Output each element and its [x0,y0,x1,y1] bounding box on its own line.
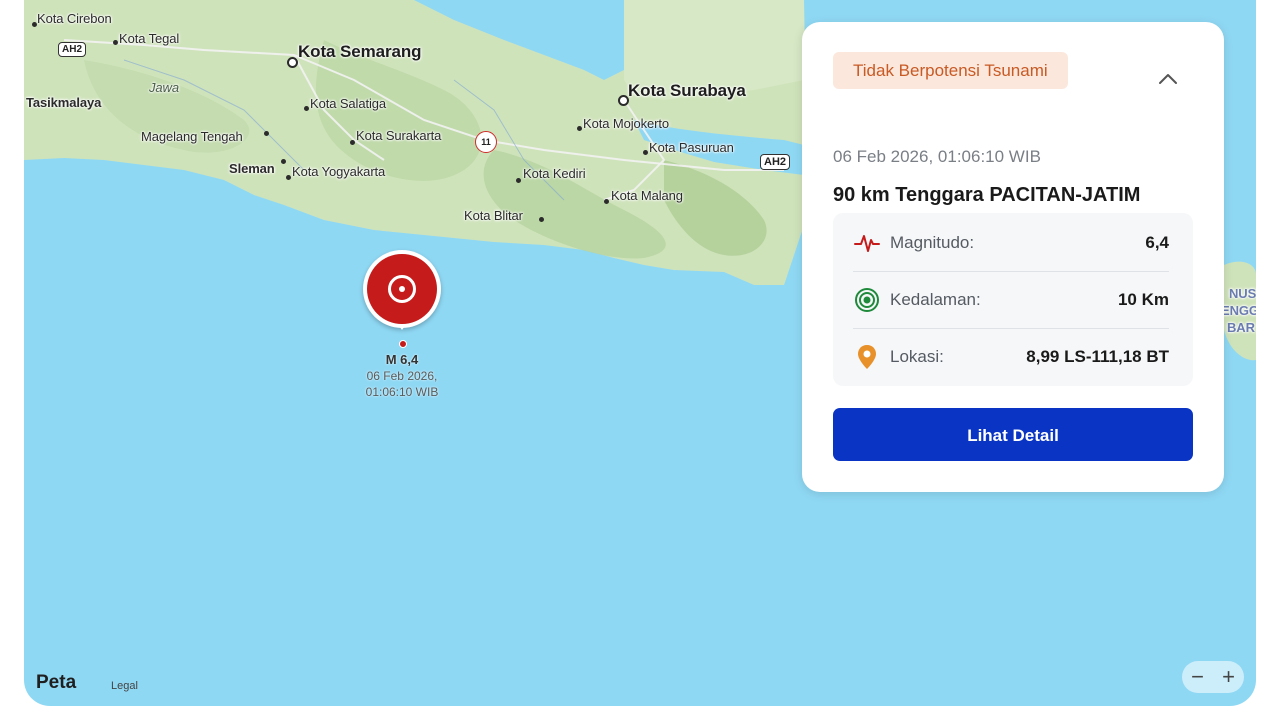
depth-value: 10 Km [1117,290,1169,309]
kota-semarang-label: Kota Semarang [298,42,422,61]
seismograph-icon [853,229,881,257]
view-detail-button[interactable]: Lihat Detail [833,408,1193,461]
kota-pasuruan-dot [643,150,648,155]
earthquake-marker-label: M 6,4 06 Feb 2026, 01:06:10 WIB [342,352,462,400]
zoom-control: − + [1182,661,1244,693]
tasikmalaya-label: Tasikmalaya [26,95,102,110]
kota-mojokerto-dot [577,126,582,131]
sleman-dot [281,159,286,164]
zoom-in-button[interactable]: + [1222,664,1235,690]
marker-time: 01:06:10 WIB [365,385,439,399]
kota-salatiga-label: Kota Salatiga [310,96,387,111]
magnitude-row: Magnitudo: 6,4 [853,215,1169,272]
chevron-up-icon[interactable] [1157,68,1179,90]
earthquake-details: Magnitudo: 6,4 Kedalaman: 10 Km Lokasi: … [833,213,1193,386]
earthquake-info-card: Tidak Berpotensi Tsunami 06 Feb 2026, 01… [802,22,1224,492]
location-pin-icon [853,343,881,371]
magelang-tengah-dot [264,131,269,136]
nusa-tenggara-barat-line2: ENGG [1221,303,1256,318]
jawa-region-label: Jawa [149,80,179,95]
magelang-tengah-label: Magelang Tengah [141,129,243,144]
kota-yogyakarta-dot [286,175,291,180]
kota-surakarta-dot [350,140,355,145]
location-value: 8,99 LS-111,18 BT [1026,347,1169,366]
kota-kediri-label: Kota Kediri [523,166,586,181]
location-row: Lokasi: 8,99 LS-111,18 BT [853,329,1169,385]
kota-mojokerto-label: Kota Mojokerto [583,116,670,131]
kota-tegal-label: Kota Tegal [119,31,180,46]
kota-cirebon-label: Kota Cirebon [37,11,112,26]
earthquake-marker[interactable] [363,250,441,330]
route-11-shield: 11 [475,131,497,153]
nusa-tenggara-barat-line1: NUS [1229,286,1256,301]
nusa-tenggara-barat-line3: BAR [1227,320,1255,335]
marker-date: 06 Feb 2026, [366,369,438,383]
kota-blitar-label: Kota Blitar [464,208,523,223]
depth-label: Kedalaman: [890,290,981,309]
legal-link[interactable]: Legal [111,680,138,692]
kota-surabaya-label: Kota Surabaya [628,81,746,100]
kota-yogyakarta-label: Kota Yogyakarta [292,164,386,179]
kota-pasuruan-label: Kota Pasuruan [649,140,734,155]
kota-semarang-marker [287,57,298,68]
tsunami-status-badge: Tidak Berpotensi Tsunami [833,52,1068,89]
zoom-out-button[interactable]: − [1191,664,1204,690]
event-datetime: 06 Feb 2026, 01:06:10 WIB [833,147,1041,166]
kota-blitar-dot [539,217,544,222]
depth-row: Kedalaman: 10 Km [853,272,1169,329]
ah2-east-shield: AH2 [760,154,791,170]
ah2-west-shield: AH2 [58,42,87,57]
map-brand: Peta [36,672,77,693]
kota-salatiga-dot [304,106,309,111]
magnitude-label: Magnitudo: [890,233,975,252]
depth-target-icon [853,286,881,314]
kota-malang-dot [604,199,609,204]
kota-malang-label: Kota Malang [611,188,683,203]
epicenter-point [399,340,407,348]
magnitude-value: 6,4 [1145,233,1169,252]
event-location-title: 90 km Tenggara PACITAN-JATIM [833,184,1141,206]
kota-kediri-dot [516,178,521,183]
sleman-label: Sleman [229,161,275,176]
location-label: Lokasi: [890,347,944,366]
kota-surakarta-label: Kota Surakarta [356,128,442,143]
kota-tegal-dot [113,40,118,45]
marker-magnitude: M 6,4 [385,352,419,367]
